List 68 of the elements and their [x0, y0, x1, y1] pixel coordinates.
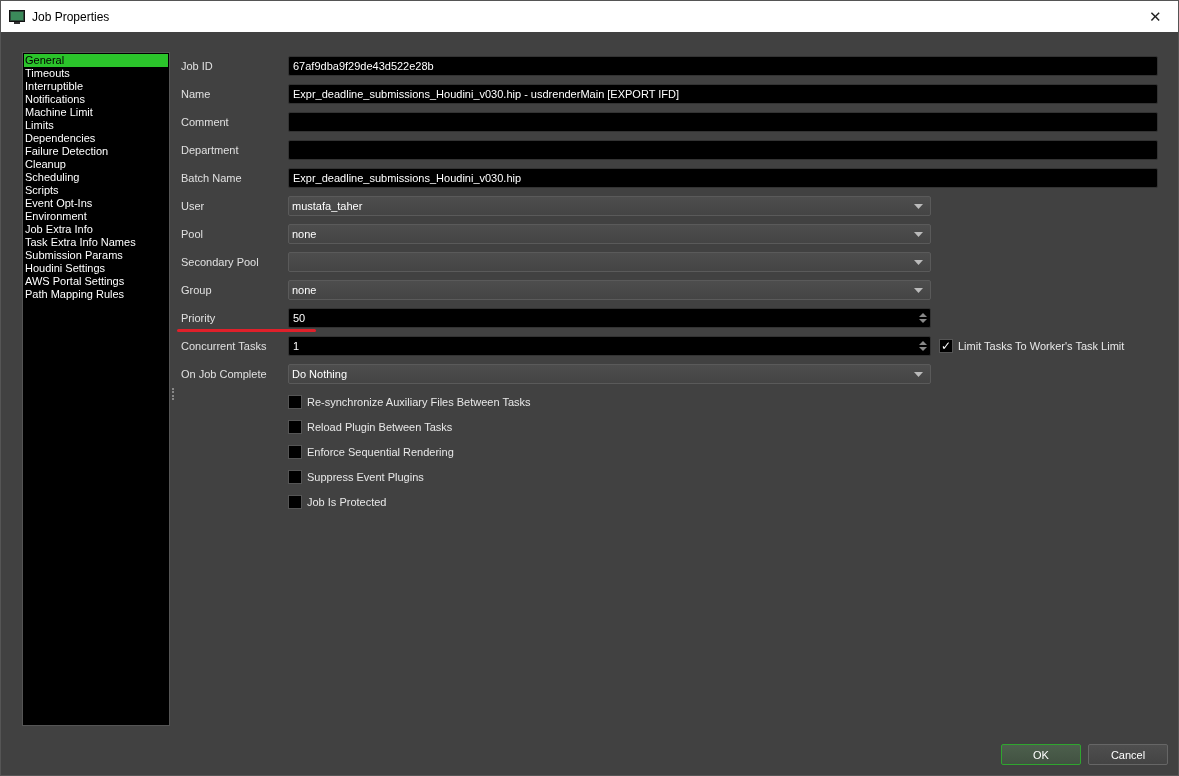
sidebar-item[interactable]: General	[24, 54, 168, 67]
field-label: Priority	[181, 312, 216, 324]
field-label: User	[181, 200, 205, 212]
dropdown[interactable]: mustafa_taher	[288, 196, 931, 216]
field-label: Job ID	[181, 60, 213, 72]
sidebar-item[interactable]: Limits	[24, 119, 168, 132]
field-label: Pool	[181, 228, 204, 240]
checkbox[interactable]: ✓	[939, 339, 953, 353]
cancel-button[interactable]: Cancel	[1088, 744, 1168, 765]
checkbox[interactable]	[288, 469, 302, 484]
text-field[interactable]	[288, 140, 1158, 160]
text-field[interactable]: Expr_deadline_submissions_Houdini_v030.hip	[288, 168, 1158, 188]
caret-icon	[914, 203, 923, 209]
sidebar-item[interactable]: AWS Portal Settings	[24, 275, 168, 288]
sidebar-item[interactable]: Interruptible	[24, 80, 168, 93]
splitter-handle[interactable]	[172, 388, 175, 400]
sidebar-item[interactable]: Task Extra Info Names	[24, 236, 168, 249]
checkbox-label: Re-synchronize Auxiliary Files Between Tasks	[307, 395, 531, 408]
sidebar-item[interactable]: Event Opt-Ins	[24, 197, 168, 210]
sidebar-item[interactable]: Environment	[24, 210, 168, 223]
sidebar-item[interactable]: Machine Limit	[24, 106, 168, 119]
field-label: Batch Name	[181, 172, 242, 184]
field-label: Name	[181, 88, 211, 100]
checkbox[interactable]	[288, 394, 302, 409]
checkbox[interactable]	[288, 444, 302, 459]
sidebar-item[interactable]: Job Extra Info	[24, 223, 168, 236]
sidebar-item[interactable]: Submission Params	[24, 249, 168, 262]
sidebar-item[interactable]: Scripts	[24, 184, 168, 197]
window-title: Job Properties	[32, 9, 111, 24]
caret-icon	[914, 259, 923, 265]
dropdown[interactable]: none	[288, 280, 931, 300]
sidebar-item[interactable]: Path Mapping Rules	[24, 288, 168, 301]
checkbox-label: Suppress Event Plugins	[307, 470, 424, 483]
checkbox[interactable]	[288, 419, 302, 434]
field-label: Group	[181, 284, 212, 296]
field-label: Department	[181, 144, 239, 156]
caret-icon	[914, 371, 923, 377]
caret-icon	[914, 231, 923, 237]
field-label: Comment	[181, 116, 229, 128]
text-field[interactable]: Expr_deadline_submissions_Houdini_v030.hip - usdrenderMain [EXPORT IFD]	[288, 84, 1158, 104]
field-label: Concurrent Tasks	[181, 340, 267, 352]
checkbox-label: Enforce Sequential Rendering	[307, 445, 454, 458]
checkbox-label: Limit Tasks To Worker's Task Limit	[958, 340, 1125, 352]
sidebar-item[interactable]: Cleanup	[24, 158, 168, 171]
text-field[interactable]	[288, 112, 1158, 132]
dropdown[interactable]	[288, 252, 931, 272]
spin-field[interactable]: 1	[288, 336, 931, 356]
caret-icon	[914, 287, 923, 293]
field-label: Secondary Pool	[181, 256, 259, 268]
sidebar-item[interactable]: Scheduling	[24, 171, 168, 184]
spin-arrows-icon	[919, 340, 927, 352]
sidebar-item[interactable]: Houdini Settings	[24, 262, 168, 275]
sidebar-item[interactable]: Timeouts	[24, 67, 168, 80]
checkbox-label: Job Is Protected	[307, 495, 387, 508]
sidebar-item[interactable]: Dependencies	[24, 132, 168, 145]
field-label: On Job Complete	[181, 368, 267, 380]
spin-arrows-icon	[919, 312, 927, 324]
ok-button[interactable]: OK	[1001, 744, 1081, 765]
close-button[interactable]: ✕	[1132, 1, 1178, 32]
checkbox[interactable]	[288, 494, 302, 509]
sidebar-item[interactable]: Notifications	[24, 93, 168, 106]
dropdown[interactable]: none	[288, 224, 931, 244]
dropdown[interactable]: Do Nothing	[288, 364, 931, 384]
checkbox-label: Reload Plugin Between Tasks	[307, 420, 453, 433]
app-monitor-icon	[9, 8, 25, 25]
text-field[interactable]: 67af9dba9f29de43d522e28b	[288, 56, 1158, 76]
sidebar-item[interactable]: Failure Detection	[24, 145, 168, 158]
spin-field[interactable]: 50	[288, 308, 931, 328]
